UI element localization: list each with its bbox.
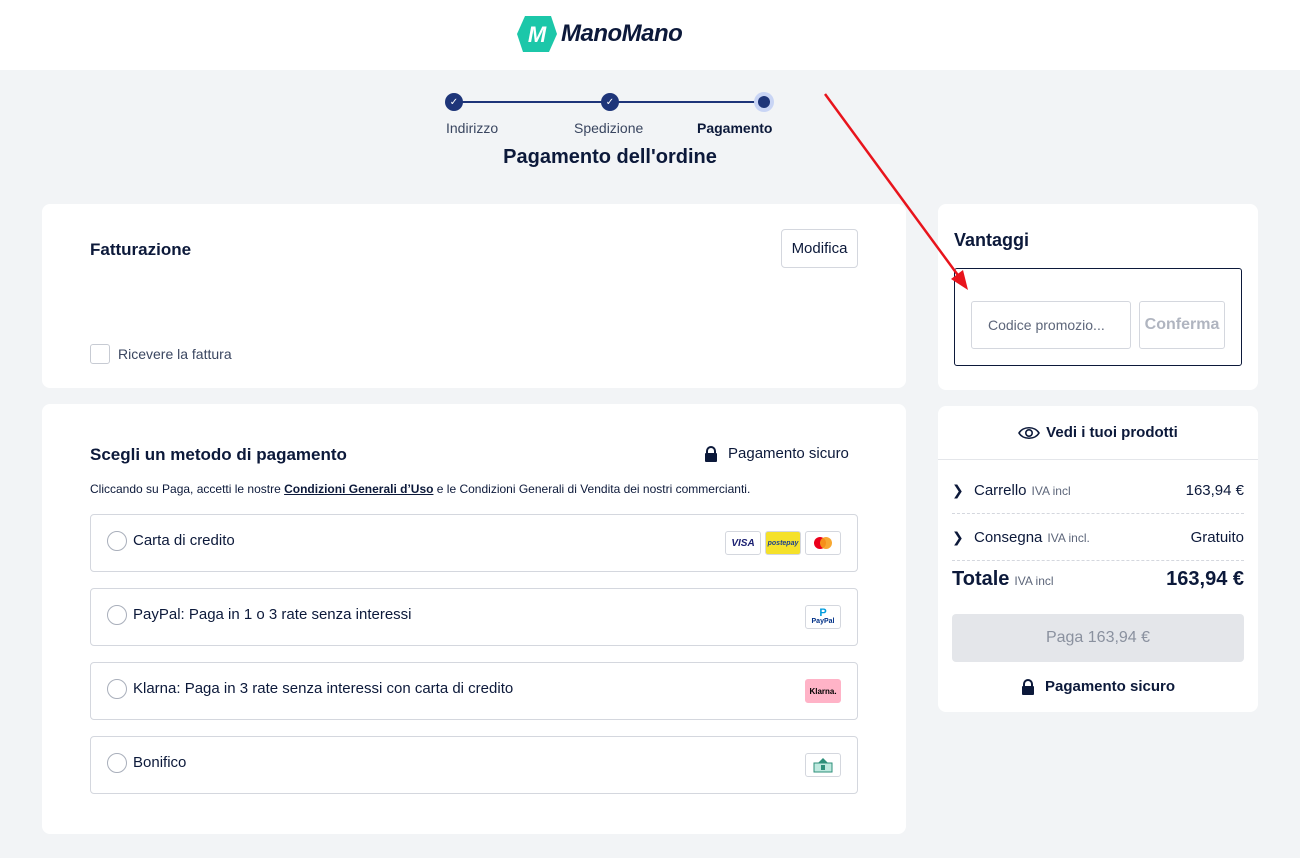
view-products-label: Vedi i tuoi prodotti — [1046, 424, 1178, 441]
promo-code-box: Conferma — [954, 268, 1242, 366]
method-label: Klarna: Paga in 3 rate senza interessi c… — [133, 680, 514, 697]
total-vat-note: IVA incl — [1014, 574, 1054, 588]
terms-text: Cliccando su Paga, accetti le nostre Con… — [90, 482, 750, 496]
terms-prefix: Cliccando su Paga, accetti le nostre — [90, 482, 285, 496]
chevron-right-icon: ❯ — [952, 529, 964, 545]
invoice-checkbox-label: Ricevere la fattura — [118, 346, 232, 362]
radio-paypal[interactable] — [107, 605, 127, 625]
secure-payment-label: Pagamento sicuro — [704, 445, 849, 462]
step-connector — [610, 101, 764, 103]
method-icons: P PayPal — [805, 605, 841, 629]
logo-mark-icon: M — [517, 16, 557, 52]
lock-icon — [705, 445, 717, 462]
total-row: Totale IVA incl 163,94 € — [952, 568, 1244, 591]
billing-title: Fatturazione — [90, 240, 192, 259]
order-summary-card: Vedi i tuoi prodotti ❯ Carrello IVA incl… — [938, 406, 1258, 712]
chevron-right-icon: ❯ — [952, 482, 964, 498]
method-icons: Klarna. — [805, 679, 841, 703]
pay-button[interactable]: Paga 163,94 € — [952, 614, 1244, 662]
payment-method-paypal[interactable]: PayPal: Paga in 1 o 3 rate senza interes… — [90, 588, 858, 646]
method-icons: VISA postepay — [725, 531, 841, 555]
step-label-address[interactable]: Indirizzo — [446, 120, 498, 136]
invoice-checkbox-row[interactable]: Ricevere la fattura — [90, 344, 232, 364]
method-label: Bonifico — [133, 754, 187, 771]
cart-row[interactable]: ❯ Carrello IVA incl 163,94 € — [952, 468, 1244, 514]
step-done-check-icon[interactable]: ✓ — [445, 93, 463, 111]
step-done-check-icon[interactable]: ✓ — [601, 93, 619, 111]
bank-transfer-icon — [805, 753, 841, 777]
delivery-label: Consegna — [974, 529, 1043, 546]
advantages-card: Vantaggi Conferma — [938, 204, 1258, 390]
payment-title: Scegli un metodo di pagamento — [90, 445, 347, 464]
terms-link[interactable]: Condizioni Generali d’Uso — [284, 482, 433, 496]
logo-text: ManoMano — [561, 20, 683, 47]
promo-code-input[interactable] — [971, 301, 1131, 349]
total-value: 163,94 € — [1166, 568, 1244, 590]
page-title: Pagamento dell'ordine — [503, 146, 717, 168]
top-bar: M ManoMano — [0, 0, 1300, 70]
modify-billing-button[interactable]: Modifica — [781, 229, 858, 268]
payment-method-bank-transfer[interactable]: Bonifico — [90, 736, 858, 794]
delivery-vat-note: IVA incl. — [1047, 530, 1090, 545]
mastercard-icon — [805, 531, 841, 555]
payment-method-klarna[interactable]: Klarna: Paga in 3 rate senza interessi c… — [90, 662, 858, 720]
view-products-button[interactable]: Vedi i tuoi prodotti — [938, 406, 1258, 460]
secure-payment-footer-text: Pagamento sicuro — [1044, 678, 1176, 695]
advantages-title: Vantaggi — [954, 230, 1030, 250]
billing-card: Fatturazione Modifica Ricevere la fattur… — [42, 204, 906, 388]
paypal-text: PayPal — [811, 618, 835, 625]
delivery-value: Gratuito — [1190, 529, 1244, 546]
paypal-p-glyph: P — [819, 607, 827, 619]
checkout-stepper: ✓ ✓ Indirizzo Spedizione Pagamento — [430, 90, 780, 140]
postepay-icon: postepay — [765, 531, 801, 555]
method-label: PayPal: Paga in 1 o 3 rate senza interes… — [133, 606, 412, 623]
terms-suffix: e le Condizioni Generali di Vendita dei … — [433, 482, 751, 496]
invoice-checkbox[interactable] — [90, 344, 110, 364]
cart-vat-note: IVA incl — [1031, 483, 1071, 498]
secure-payment-text: Pagamento sicuro — [728, 445, 849, 462]
step-current-dot-icon — [758, 96, 770, 108]
method-label: Carta di credito — [133, 532, 235, 549]
radio-klarna[interactable] — [107, 679, 127, 699]
klarna-icon: Klarna. — [805, 679, 841, 703]
lock-icon — [1021, 678, 1034, 695]
radio-credit-card[interactable] — [107, 531, 127, 551]
step-connector — [454, 101, 610, 103]
step-label-shipping[interactable]: Spedizione — [574, 120, 643, 136]
method-icons — [805, 753, 841, 777]
eye-icon — [1018, 426, 1041, 439]
secure-payment-footer: Pagamento sicuro — [938, 678, 1258, 695]
promo-confirm-button[interactable]: Conferma — [1139, 301, 1225, 349]
delivery-row[interactable]: ❯ Consegna IVA incl. Gratuito — [952, 515, 1244, 561]
payment-method-credit-card[interactable]: Carta di credito VISA postepay — [90, 514, 858, 572]
paypal-icon: P PayPal — [805, 605, 841, 629]
svg-text:M: M — [528, 22, 547, 47]
manomano-logo[interactable]: M ManoMano — [517, 13, 683, 55]
total-label: Totale — [952, 568, 1010, 590]
radio-bank-transfer[interactable] — [107, 753, 127, 773]
cart-value: 163,94 € — [1185, 482, 1244, 499]
step-label-payment: Pagamento — [697, 120, 773, 136]
visa-icon: VISA — [725, 531, 761, 555]
payment-card: Scegli un metodo di pagamento Pagamento … — [42, 404, 906, 834]
cart-label: Carrello — [974, 482, 1027, 499]
